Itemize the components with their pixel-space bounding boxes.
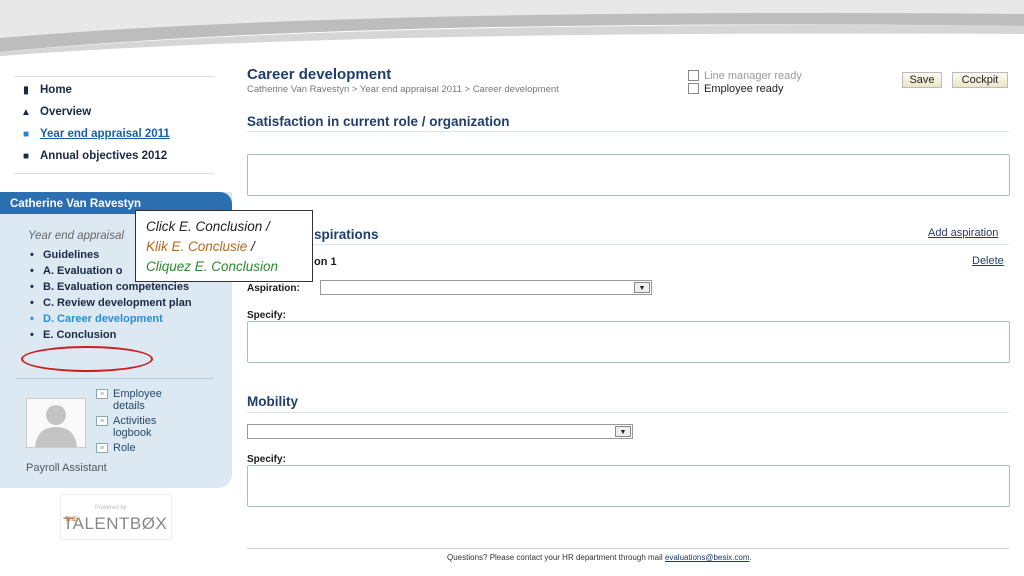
add-aspiration-link[interactable]: Add aspiration [928, 227, 998, 239]
callout-separator: / [247, 239, 255, 254]
line-manager-ready-checkbox[interactable]: Line manager ready [688, 69, 802, 82]
employee-details-label: Employee details [113, 388, 162, 412]
profile-links: ≡ Employee details ≡ Activities logbook … [96, 388, 183, 457]
nav-year-end-appraisal-label: Year end appraisal 2011 [40, 128, 170, 140]
step-conclusion[interactable]: E. Conclusion [30, 329, 210, 341]
logo-the: THE [65, 517, 77, 523]
nav-year-end-appraisal[interactable]: ■ Year end appraisal 2011 [14, 123, 214, 145]
nav-home-label: Home [40, 84, 72, 96]
square-icon: ■ [22, 150, 30, 162]
aspiration-item-title: on 1 [314, 256, 337, 268]
footer-end: . [749, 553, 752, 562]
square-icon: ■ [22, 128, 30, 140]
document-icon: ≡ [96, 389, 108, 399]
role-link[interactable]: ≡ Role [96, 442, 183, 454]
panel-divider [16, 378, 214, 379]
delete-aspiration-link[interactable]: Delete [972, 255, 1004, 267]
aspiration-label: Aspiration: [247, 283, 300, 294]
step-review-development-plan[interactable]: C. Review development plan [30, 297, 210, 309]
save-button[interactable]: Save [902, 72, 942, 88]
page-title: Career development [247, 66, 392, 83]
mobility-specify-label: Specify: [247, 454, 286, 465]
step-evaluation-competencies[interactable]: B. Evaluation competencies [30, 281, 210, 293]
talentbox-logo: Powered by TALENTBØX THE [60, 494, 172, 540]
satisfaction-title: Satisfaction in current role / organizat… [247, 114, 510, 129]
activities-logbook-label: Activities logbook [113, 415, 157, 439]
aspiration-specify-label: Specify: [247, 310, 286, 321]
breadcrumb: Catherine Van Ravestyn > Year end apprai… [247, 84, 559, 95]
line-manager-ready-label: Line manager ready [704, 69, 802, 82]
footer: Questions? Please contact your HR depart… [447, 553, 752, 562]
tutorial-callout: Click E. Conclusion / Klik E. Conclusie … [135, 210, 313, 282]
step-career-development[interactable]: D. Career development [30, 313, 210, 325]
logo-powered-by: Powered by [95, 505, 127, 511]
mobility-title: Mobility [247, 394, 298, 409]
aspirations-title: spirations [314, 227, 379, 242]
person-icon: ▲ [21, 106, 31, 118]
aspiration-select[interactable]: ▼ [320, 280, 652, 295]
mobility-select[interactable]: ▼ [247, 424, 633, 439]
aspiration-specify-textarea[interactable] [247, 321, 1010, 363]
callout-french: Cliquez E. Conclusion [146, 259, 279, 274]
footer-text: Questions? Please contact your HR depart… [447, 553, 665, 562]
footer-email-link[interactable]: evaluations@besix.com [665, 553, 750, 562]
nav-home[interactable]: ▮ Home [14, 79, 214, 101]
document-icon: ≡ [96, 416, 108, 426]
employee-ready-checkbox[interactable]: Employee ready [688, 82, 802, 95]
nav-overview[interactable]: ▲ Overview [14, 101, 214, 123]
callout-english: Click E. Conclusion / [146, 219, 270, 234]
panel-subtitle: Year end appraisal [28, 230, 124, 242]
checkbox-icon [688, 83, 699, 94]
house-icon: ▮ [23, 84, 29, 96]
person-silhouette-icon [35, 405, 77, 447]
nav-overview-label: Overview [40, 106, 92, 118]
avatar [26, 398, 86, 448]
ready-checkboxes: Line manager ready Employee ready [688, 69, 802, 95]
chevron-down-icon: ▼ [615, 426, 631, 437]
cockpit-button[interactable]: Cockpit [952, 72, 1008, 88]
checkbox-icon [688, 70, 699, 81]
user-role: Payroll Assistant [26, 462, 107, 474]
role-label: Role [113, 442, 136, 454]
section-divider [247, 244, 1009, 245]
employee-details-link[interactable]: ≡ Employee details [96, 388, 183, 412]
section-divider [247, 131, 1009, 132]
nav-annual-objectives-label: Annual objectives 2012 [40, 150, 168, 162]
satisfaction-textarea[interactable] [247, 154, 1010, 196]
section-divider [247, 412, 1009, 413]
mobility-specify-textarea[interactable] [247, 465, 1010, 507]
highlight-ring [21, 346, 153, 372]
header-banner [0, 0, 1024, 56]
document-icon: ≡ [96, 443, 108, 453]
callout-dutch: Klik E. Conclusie [146, 239, 248, 254]
employee-ready-label: Employee ready [704, 82, 784, 95]
logo-name: TALENTBØX [63, 514, 168, 533]
footer-divider [247, 548, 1009, 549]
activities-logbook-link[interactable]: ≡ Activities logbook [96, 415, 183, 439]
chevron-down-icon: ▼ [634, 282, 650, 293]
main-nav: ▮ Home ▲ Overview ■ Year end appraisal 2… [14, 76, 214, 174]
nav-annual-objectives[interactable]: ■ Annual objectives 2012 [14, 145, 214, 167]
